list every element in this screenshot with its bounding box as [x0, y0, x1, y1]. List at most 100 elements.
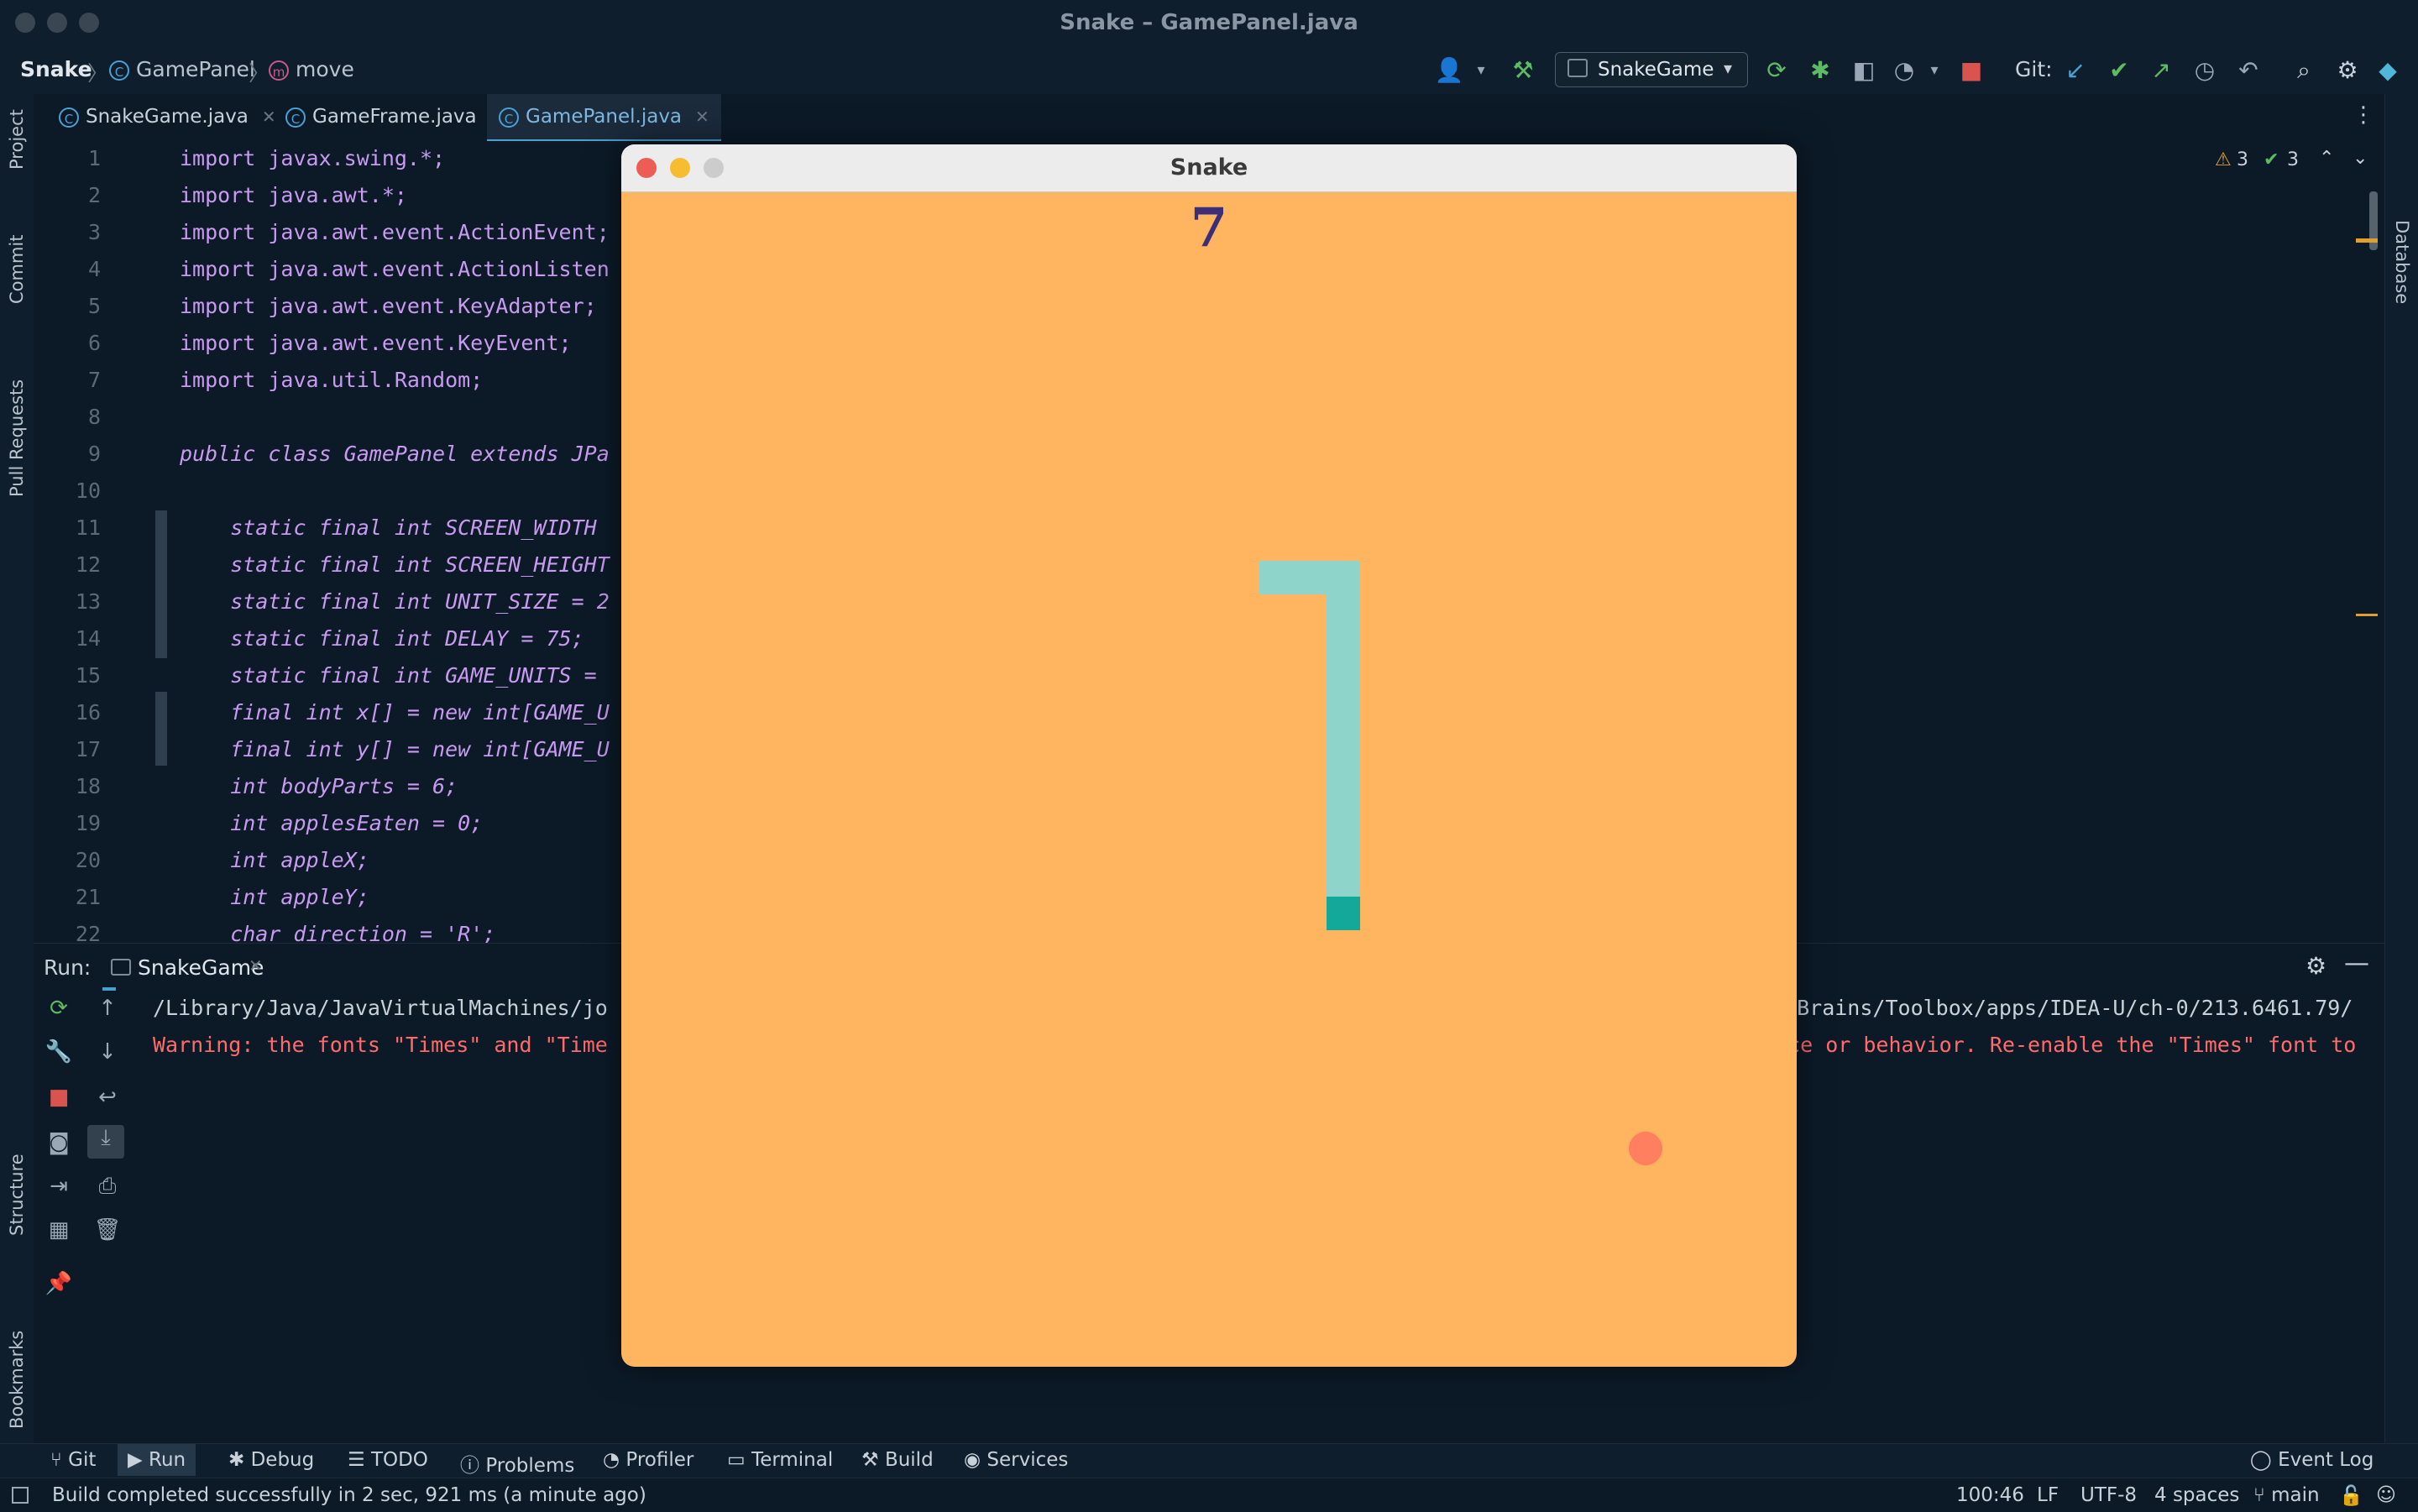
right-tool-strip: Database — [2384, 94, 2418, 1446]
game-board[interactable] — [621, 191, 1797, 1367]
line-number: 1 — [87, 146, 101, 170]
tool-services[interactable]: ◉ Services — [964, 1449, 1068, 1471]
method-icon: m — [269, 60, 289, 81]
code-line: static final int DELAY = 75; — [180, 626, 584, 651]
chevron-down-icon[interactable]: ▾ — [1466, 57, 1496, 84]
gear-icon[interactable]: ⚙ — [2305, 952, 2326, 980]
arrow-up-icon[interactable]: ↑ — [91, 996, 124, 1021]
code-line: final int y[] = new int[GAME_U — [180, 737, 610, 761]
tab-gameframe[interactable]: CGameFrame.java✕ — [274, 94, 516, 139]
chevron-down-icon[interactable]: ▾ — [1919, 57, 1950, 84]
stop-icon[interactable]: ■ — [1956, 57, 1986, 84]
git-push-icon[interactable]: ↗ — [2146, 57, 2176, 84]
code-line: import javax.swing.*; — [180, 146, 446, 170]
tool-build[interactable]: ⚒ Build — [861, 1449, 934, 1471]
print-icon[interactable]: ⎙ — [91, 1174, 124, 1200]
memory-indicator-icon[interactable]: ☺ — [2376, 1484, 2396, 1506]
line-number: 3 — [87, 220, 101, 244]
tab-label: SnakeGame.java — [86, 106, 249, 128]
caret-position[interactable]: 100:46 — [1956, 1484, 2024, 1506]
tool-run[interactable]: ▶ Run — [118, 1444, 196, 1476]
file-encoding[interactable]: UTF-8 — [2080, 1484, 2137, 1506]
tool-problems[interactable]: ⓘ Problems — [460, 1449, 574, 1478]
search-icon[interactable]: ⌕ — [2289, 57, 2319, 84]
chevron-up-icon[interactable]: ⌃ — [2319, 148, 2334, 169]
snake-game-window[interactable]: Snake 7 — [621, 144, 1797, 1367]
line-number: 7 — [87, 368, 101, 392]
run-config-select[interactable]: SnakeGame ▾ — [1555, 52, 1748, 87]
tool-pull-requests[interactable]: Pull Requests — [7, 379, 27, 497]
breadcrumb-class[interactable]: C GamePanel — [109, 57, 255, 81]
arrow-down-icon[interactable]: ↓ — [91, 1039, 124, 1065]
warning-icon[interactable]: ⚠ — [2215, 149, 2232, 170]
rerun-icon[interactable]: ⟳ — [1761, 57, 1792, 84]
tab-snakegame[interactable]: C SnakeGame.java ✕ — [47, 94, 288, 139]
trash-icon[interactable]: 🗑 — [91, 1217, 124, 1243]
debug-bug-icon[interactable]: ✱ — [1805, 57, 1835, 84]
warning-marker[interactable] — [2356, 238, 2378, 243]
editor-tabs: CSnakeGame.java✕ CGameFrame.java✕ CGameP… — [34, 94, 2384, 143]
stop-icon[interactable]: ■ — [42, 1085, 76, 1110]
code-line: int appleX; — [180, 848, 369, 872]
tool-terminal[interactable]: ▭ Terminal — [727, 1449, 833, 1471]
user-icon[interactable]: 👤 — [1434, 57, 1464, 84]
code-line: int applesEaten = 0; — [180, 811, 484, 835]
ide-logo-icon[interactable]: ◆ — [2373, 57, 2403, 84]
rerun-icon[interactable]: ⟳ — [42, 996, 76, 1021]
gear-icon[interactable]: ⚙ — [2332, 57, 2363, 84]
breadcrumb-method[interactable]: m move — [269, 57, 354, 81]
history-icon[interactable]: ◷ — [2190, 57, 2220, 84]
line-number: 10 — [75, 479, 101, 503]
indent-setting[interactable]: 4 spaces — [2154, 1484, 2239, 1506]
git-branch[interactable]: ⑂ main — [2253, 1484, 2320, 1506]
game-title: Snake — [1170, 154, 1248, 180]
login-icon[interactable]: ⇥ — [42, 1174, 76, 1199]
layout-icon[interactable]: ▦ — [42, 1217, 76, 1243]
snake-segment — [1327, 561, 1360, 897]
line-separator[interactable]: LF — [2037, 1484, 2059, 1506]
rollback-icon[interactable]: ↶ — [2233, 57, 2264, 84]
build-hammer-icon[interactable]: ⚒ — [1508, 57, 1538, 84]
git-commit-icon[interactable]: ✔ — [2104, 57, 2134, 84]
code-line: static final int GAME_UNITS = — [180, 663, 597, 688]
pin-icon[interactable]: 📌 — [42, 1271, 76, 1296]
tool-database[interactable]: Database — [2392, 220, 2412, 304]
line-number: 4 — [87, 257, 101, 281]
tool-bookmarks[interactable]: Bookmarks — [7, 1331, 27, 1429]
console-line: /Library/Java/JavaVirtualMachines/jo — [153, 996, 608, 1020]
tool-structure[interactable]: Structure — [7, 1154, 27, 1236]
tool-todo[interactable]: ☰ TODO — [348, 1449, 428, 1471]
run-tab[interactable]: SnakeGame ✕ — [102, 944, 264, 991]
weak-warning-icon[interactable]: ✔ — [2264, 149, 2279, 170]
tool-event-log[interactable]: ◯ Event Log — [2250, 1449, 2374, 1471]
change-marker — [155, 692, 167, 766]
git-update-icon[interactable]: ↙ — [2060, 57, 2091, 84]
camera-icon[interactable]: ◙ — [42, 1130, 76, 1155]
chevron-down-icon[interactable]: ⌄ — [2353, 148, 2368, 169]
close-icon[interactable]: ✕ — [695, 107, 709, 127]
status-message[interactable]: Build completed successfully in 2 sec, 9… — [52, 1484, 646, 1506]
apple — [1629, 1132, 1662, 1165]
profile-icon[interactable]: ◔ — [1889, 57, 1919, 84]
more-tabs-icon[interactable]: ⋮ — [2353, 102, 2374, 128]
bottom-tool-bar: ⑂ Git ▶ Run ✱ Debug ☰ TODO ⓘ Problems ◔ … — [0, 1443, 2418, 1478]
lock-icon[interactable]: 🔓 — [2339, 1484, 2363, 1507]
tool-project[interactable]: Project — [7, 109, 27, 170]
minimize-icon[interactable]: — — [2344, 949, 2369, 978]
tool-debug[interactable]: ✱ Debug — [228, 1449, 314, 1471]
wrench-icon[interactable]: 🔧 — [42, 1039, 76, 1065]
info-icon: ⓘ — [460, 1455, 486, 1477]
close-icon[interactable]: ✕ — [249, 955, 263, 976]
breadcrumb-project[interactable]: Snake — [20, 57, 92, 81]
tab-gamepanel[interactable]: C GamePanel.java ✕ — [487, 94, 721, 143]
coverage-icon[interactable]: ◧ — [1849, 57, 1879, 84]
toggle-tool-windows-icon[interactable] — [12, 1487, 29, 1504]
warning-count: 3 — [2237, 149, 2248, 170]
tool-profiler[interactable]: ◔ Profiler — [603, 1449, 693, 1471]
soft-wrap-icon[interactable]: ↩ — [91, 1085, 124, 1110]
tool-commit[interactable]: Commit — [7, 235, 27, 305]
warning-marker[interactable] — [2356, 614, 2378, 616]
app-window-icon — [111, 959, 131, 976]
scroll-to-end-icon[interactable]: ⤓ — [87, 1125, 124, 1159]
tool-git[interactable]: ⑂ Git — [50, 1449, 96, 1471]
